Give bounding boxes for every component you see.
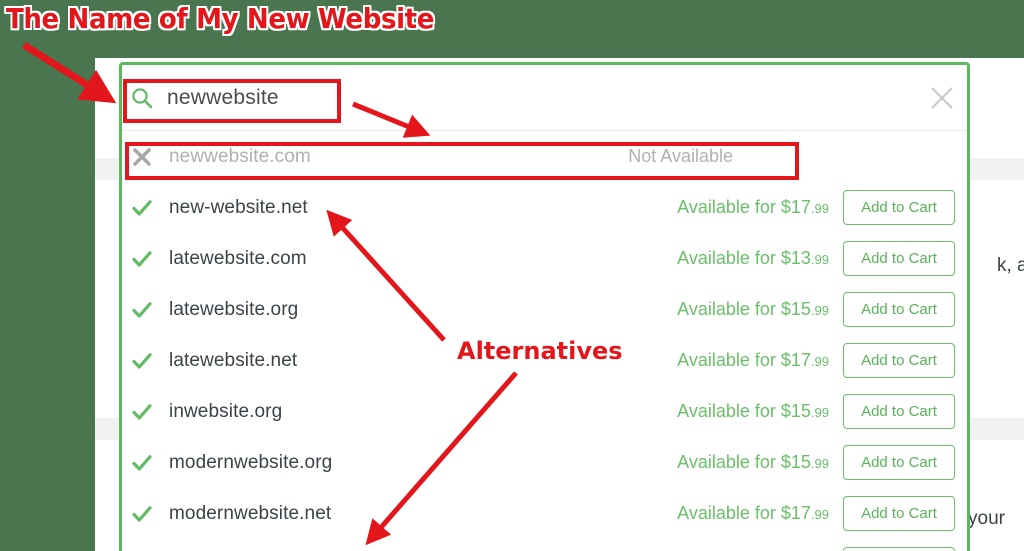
add-to-cart-button[interactable]: Add to Cart bbox=[843, 190, 955, 225]
price-main: Available for $17 bbox=[677, 350, 811, 370]
table-row[interactable]: inwebsite.org Available for $15.99 Add to … bbox=[122, 386, 967, 437]
search-input-value[interactable]: newwebsite bbox=[167, 86, 279, 110]
price-cents: .99 bbox=[810, 405, 829, 420]
domain-name: new-website.net bbox=[169, 196, 308, 218]
price-cents: .99 bbox=[810, 252, 829, 267]
cross-icon bbox=[131, 146, 169, 168]
check-icon bbox=[131, 248, 169, 270]
check-icon bbox=[131, 401, 169, 423]
domain-results-list: newwebsite.com Not Available new-website.n… bbox=[122, 131, 967, 551]
price-label: Available for $17.99 bbox=[677, 197, 829, 218]
background-text-right: k, and bbox=[997, 255, 1024, 276]
table-row[interactable]: modernwebsite.net Available for $17.99 Add… bbox=[122, 488, 967, 539]
price-cents: .99 bbox=[810, 507, 829, 522]
domain-name: latewebsite.org bbox=[169, 298, 299, 320]
check-icon bbox=[131, 503, 169, 525]
status-badge: Not Available bbox=[628, 146, 733, 166]
domain-search-modal: newwebsite newwebsite.com Not Available ne… bbox=[119, 62, 970, 551]
price-label: Available for $15.99 bbox=[677, 452, 829, 473]
table-row[interactable]: latewebsite.net Available for $17.99 Add t… bbox=[122, 335, 967, 386]
background-text-bottom: your bbox=[968, 508, 1005, 529]
price-main: Available for $17 bbox=[677, 503, 811, 523]
price-label: Available for $13.99 bbox=[677, 248, 829, 269]
price-main: Available for $15 bbox=[677, 452, 811, 472]
table-row[interactable]: latewebsite.org Available for $15.99 Add t… bbox=[122, 284, 967, 335]
add-to-cart-button[interactable]: Add to Cart bbox=[843, 292, 955, 327]
price-cents: .99 bbox=[810, 303, 829, 318]
price-main: Available for $15 bbox=[677, 299, 811, 319]
table-row[interactable]: Add to Cart bbox=[122, 539, 967, 551]
price-label: Available for $15.99 bbox=[677, 401, 829, 422]
domain-name: modernwebsite.org bbox=[169, 451, 333, 473]
domain-name: modernwebsite.net bbox=[169, 502, 332, 524]
price-label: Available for $15.99 bbox=[677, 299, 829, 320]
add-to-cart-button[interactable]: Add to Cart bbox=[843, 496, 955, 531]
price-label: Available for $17.99 bbox=[677, 503, 829, 524]
add-to-cart-button[interactable]: Add to Cart bbox=[843, 343, 955, 378]
add-to-cart-button[interactable]: Add to Cart bbox=[843, 241, 955, 276]
table-row[interactable]: newwebsite.com Not Available bbox=[122, 131, 967, 182]
screenshot-canvas: k, and your newwebsite newwebsite bbox=[0, 0, 1024, 551]
table-row[interactable]: new-website.net Available for $17.99 Add t… bbox=[122, 182, 967, 233]
check-icon bbox=[131, 350, 169, 372]
close-icon[interactable] bbox=[929, 85, 955, 111]
price-main: Available for $17 bbox=[677, 197, 811, 217]
search-icon bbox=[131, 87, 153, 109]
price-main: Available for $13 bbox=[677, 248, 811, 268]
domain-name: newwebsite.com bbox=[169, 145, 311, 167]
table-row[interactable]: modernwebsite.org Available for $15.99 Add… bbox=[122, 437, 967, 488]
price-cents: .99 bbox=[810, 354, 829, 369]
price-cents: .99 bbox=[810, 201, 829, 216]
domain-name: latewebsite.com bbox=[169, 247, 307, 269]
check-icon bbox=[131, 299, 169, 321]
price-main: Available for $15 bbox=[677, 401, 811, 421]
domain-name: inwebsite.org bbox=[169, 400, 283, 422]
price-label: Available for $17.99 bbox=[677, 350, 829, 371]
check-icon bbox=[131, 452, 169, 474]
search-field[interactable]: newwebsite bbox=[131, 77, 279, 119]
price-cents: .99 bbox=[810, 456, 829, 471]
table-row[interactable]: latewebsite.com Available for $13.99 Add t… bbox=[122, 233, 967, 284]
modal-header: newwebsite bbox=[122, 65, 967, 131]
check-icon bbox=[131, 197, 169, 219]
add-to-cart-button[interactable]: Add to Cart bbox=[843, 445, 955, 480]
domain-name: latewebsite.net bbox=[169, 349, 298, 371]
add-to-cart-button[interactable]: Add to Cart bbox=[843, 394, 955, 429]
add-to-cart-button[interactable]: Add to Cart bbox=[843, 547, 955, 551]
annotation-title: The Name of My New Website bbox=[6, 2, 435, 35]
